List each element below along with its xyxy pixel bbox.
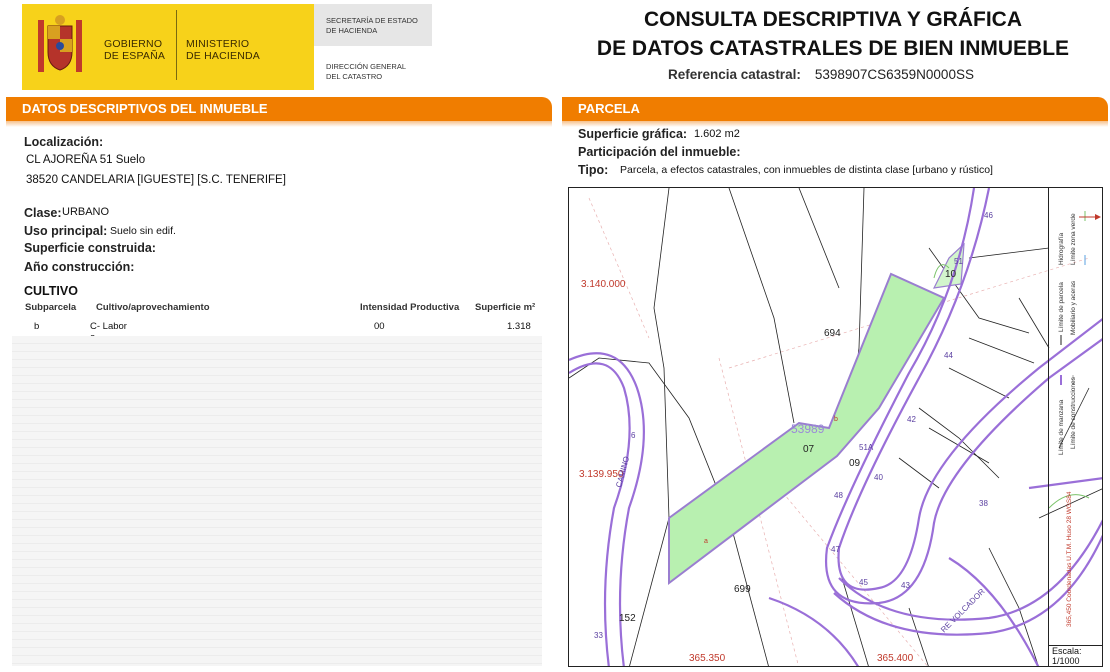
legend-hidrografia: Hidrografía [1058,232,1065,265]
map-scale: Escala: 1/1000 [1048,645,1103,667]
legend-limite-manzana: Límite de manzana [1058,399,1065,455]
escala-value: 1/1000 [1052,656,1080,666]
label-44: 44 [944,351,953,360]
north-arrow-icon [1079,214,1101,220]
coat-of-arms-icon [38,15,82,72]
tipo-label: Tipo: [578,163,609,177]
legend-coords: 365,450 Coordenadas U.T.M. Huso 28 WGS84 [1066,491,1073,627]
label-45: 45 [859,578,868,587]
label-46: 46 [984,211,993,220]
label-10: 10 [945,269,957,280]
superficie-construida-label: Superficie construida: [24,241,156,255]
direccion-general-text: DIRECCIÓN GENERAL DEL CATASTRO [326,62,407,81]
label-51: 51 [954,257,963,266]
empty-table-area [12,336,542,666]
map-svg: 3.140.000 3.139.950 365.350 365.400 a b … [569,188,1102,666]
label-48: 48 [834,491,843,500]
uso-label: Uso principal: [24,224,108,238]
label-40: 40 [874,473,883,482]
road-name-volcador: RE VOLCADOR [939,587,987,635]
label-38: 38 [979,499,988,508]
page-title: CONSULTA DESCRIPTIVA Y GRÁFICA DE DATOS … [596,8,1070,60]
clase-value: URBANO [62,206,110,218]
cadastral-map[interactable]: 3.140.000 3.139.950 365.350 365.400 a b … [568,187,1103,667]
section-bar-parcela: PARCELA [562,97,1108,121]
legend-mobiliario: Mobiliario y aceras [1070,280,1077,335]
label-42: 42 [907,415,916,424]
label-33: 33 [594,631,603,640]
tipo-value: Parcela, a efectos catastrales, con inmu… [620,164,993,176]
cell-subparcela: b [34,321,40,332]
th-superficie: Superficie m² [475,302,536,313]
localizacion-label: Localización: [24,135,104,149]
ref-value: 5398907CS6359N0000SS [814,67,974,82]
ministerio-text: MINISTERIO DE HACIENDA [186,38,260,62]
referencia-catastral: Referencia catastral: 5398907CS6359N0000S… [668,67,974,82]
participacion-label: Participación del inmueble: [578,145,741,159]
coord-x1: 365.350 [689,653,726,664]
legend-limite-parcela: Límite de parcela [1058,282,1065,332]
th-subparcela: Subparcela [25,302,77,313]
cell-superficie: 1.318 [507,321,531,332]
label-51a: 51A [859,443,874,452]
address-line2: 38520 CANDELARIA [IGUESTE] [S.C. TENERIF… [26,174,286,186]
cultivo-title: CULTIVO [24,284,78,298]
logo-divider [176,10,177,80]
superficie-grafica-value: 1.602 m2 [694,128,740,140]
section-bar-shadow [6,121,552,127]
escala-label: Escala: [1052,646,1082,656]
label-43: 43 [901,581,910,590]
th-intensidad: Intensidad Productiva [360,302,460,313]
cell-intensidad: 00 [374,321,385,332]
label-09: 09 [849,458,861,469]
label-694: 694 [824,328,841,339]
anio-construccion-label: Año construcción: [24,260,135,274]
gobierno-espana-text: GOBIERNO DE ESPAÑA [104,38,166,62]
legend-zona-verde: Límite zona verde [1070,213,1077,265]
coord-x2: 365.400 [877,653,914,664]
uso-value: Suelo sin edif. [110,225,176,237]
label-47: 47 [831,545,840,554]
ref-label: Referencia catastral: [668,67,801,82]
legend-limite-construcciones: Límite de construcciones [1070,376,1077,449]
map-legend: Límite de manzana Límite de parcela Lími… [1048,187,1103,667]
label-699: 699 [734,584,751,595]
clase-label: Clase: [24,206,62,220]
subparcela-a: a [704,538,708,545]
label-6: 6 [631,431,636,440]
address-line1: CL AJOREÑA 51 Suelo [26,154,146,166]
th-cultivo: Cultivo/aprovechamiento [96,302,210,313]
parcel-num: 07 [803,444,815,455]
coord-y1: 3.140.000 [581,279,626,290]
section-bar-datos: DATOS DESCRIPTIVOS DEL INMUEBLE [6,97,552,121]
secretaria-text: SECRETARÍA DE ESTADO DE HACIENDA [326,16,418,35]
parcel-id: 53989 [791,422,825,436]
superficie-grafica-label: Superficie gráfica: [578,127,688,141]
subparcela-b: b [834,416,838,423]
label-152: 152 [619,613,636,624]
